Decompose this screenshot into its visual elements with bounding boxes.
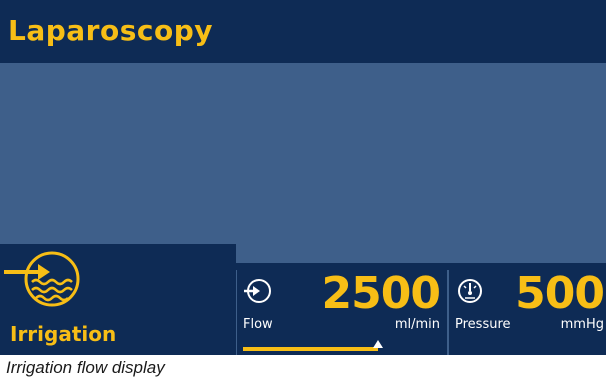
pressure-value: 500 <box>515 268 605 319</box>
figure-caption: Irrigation flow display <box>6 358 165 377</box>
irrigation-mode-button[interactable]: Irrigation <box>0 244 236 355</box>
mode-label: Irrigation <box>10 322 117 346</box>
flow-level-bar[interactable] <box>243 340 441 351</box>
flow-readout[interactable]: 2500 Flow ml/min <box>236 268 444 355</box>
pressure-label: Pressure <box>455 317 511 332</box>
header-bar: Laparoscopy <box>0 0 606 63</box>
flow-icon <box>244 279 271 303</box>
pressure-unit: mmHg <box>560 317 604 332</box>
flow-value: 2500 <box>321 268 441 319</box>
flow-level-marker[interactable] <box>372 340 383 348</box>
pressure-gauge-icon <box>458 279 482 303</box>
flow-level-fill <box>243 347 378 351</box>
flow-unit: ml/min <box>394 317 440 332</box>
device-screen: Laparoscopy Irrigation 2500 Flow ml/min <box>0 0 606 355</box>
pressure-readout[interactable]: 500 Pressure mmHg <box>447 268 606 355</box>
page-title: Laparoscopy <box>8 14 214 47</box>
flow-label: Flow <box>243 317 273 332</box>
irrigation-icon <box>4 251 80 307</box>
